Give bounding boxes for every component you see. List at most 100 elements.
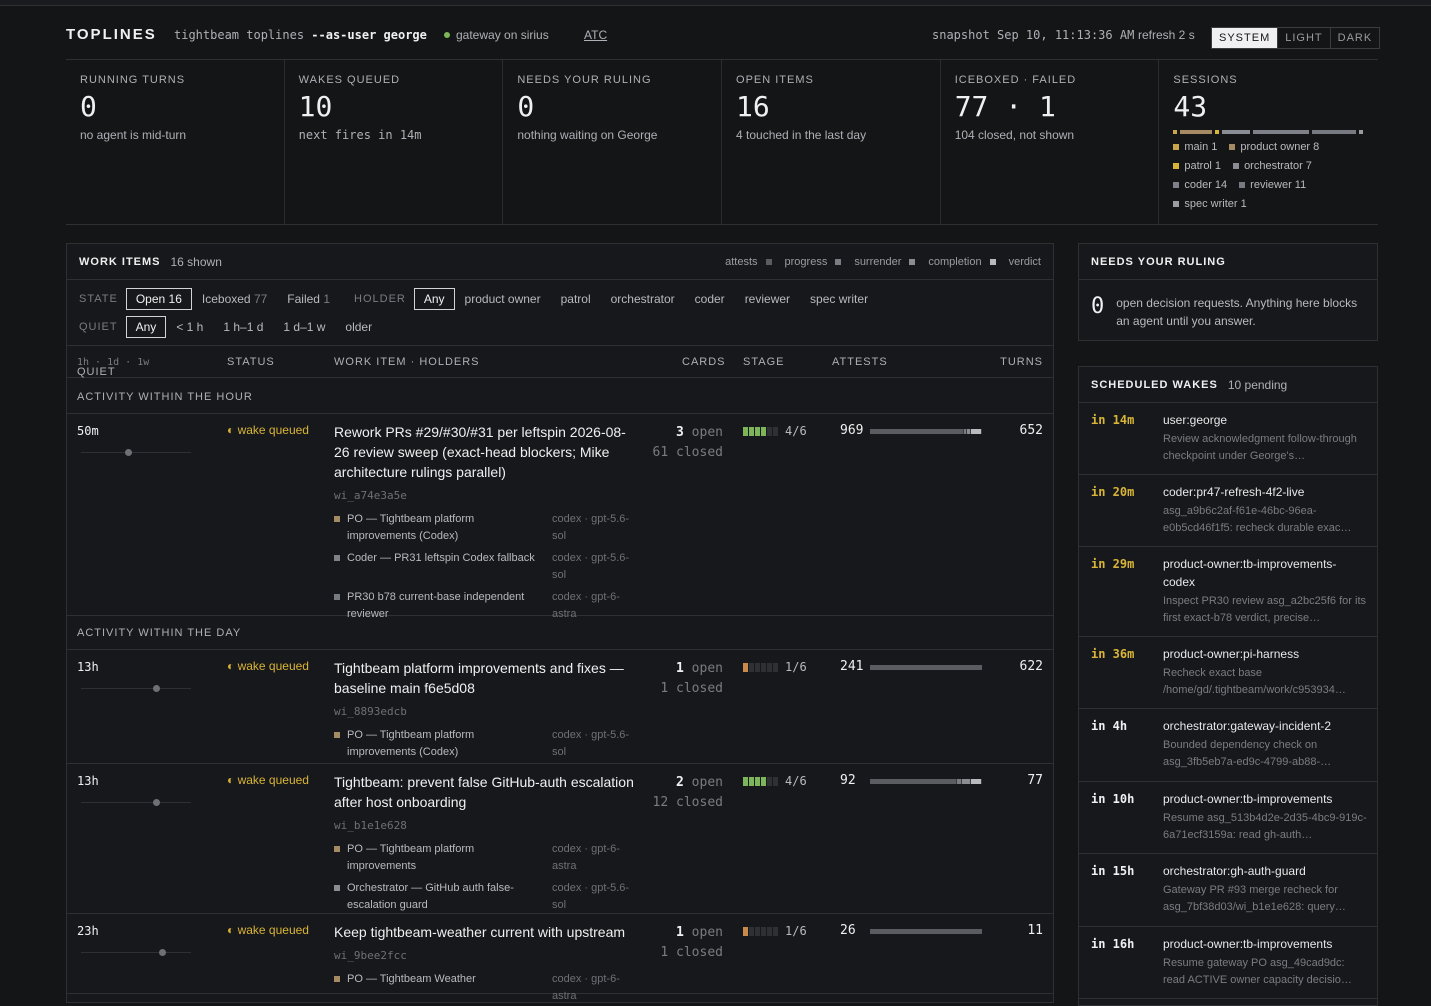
theme-light-button[interactable]: LIGHT xyxy=(1277,28,1329,48)
state-chip-failed[interactable]: Failed 1 xyxy=(277,288,340,310)
col-stage[interactable]: STAGE xyxy=(743,356,784,368)
work-item-title[interactable]: Tightbeam: prevent false GitHub-auth esc… xyxy=(334,772,634,812)
holder-model: codex · gpt-5.6-sol xyxy=(552,513,630,542)
state-chip-open[interactable]: Open 16 xyxy=(125,288,192,310)
quiet-chip[interactable]: 1 h–1 d xyxy=(213,316,273,338)
wake-description: Review acknowledgment follow-through che… xyxy=(1163,433,1357,462)
col-turns[interactable]: TURNS xyxy=(1000,356,1043,368)
quiet-filters: QUIET Any < 1 h1 h–1 d1 d–1 w older xyxy=(79,316,382,338)
work-item-row[interactable]: 13h ◐ wake queued Tightbeam platform impro… xyxy=(67,650,1053,764)
wake-item[interactable]: in 20m coder:pr47-refresh-4f2-live asg_a9b… xyxy=(1079,475,1377,547)
holder-chip[interactable]: orchestrator xyxy=(601,288,685,310)
quiet-chip[interactable]: 1 d–1 w xyxy=(273,316,335,338)
wake-item[interactable]: in 36m product-owner:pi-harness Recheck ex… xyxy=(1079,637,1377,709)
work-item-title[interactable]: Tightbeam platform improvements and fixe… xyxy=(334,658,634,698)
stat-label: NEEDS YOUR RULING xyxy=(517,74,652,86)
wake-item[interactable]: in 16h product-owner:tb-improvements Resum… xyxy=(1079,927,1377,999)
refresh-interval[interactable]: refresh 2 s xyxy=(1138,28,1195,42)
quiet-timeline xyxy=(81,449,191,456)
cards-open-label: open xyxy=(683,425,723,440)
holder-name: Coder — PR31 leftspin Codex fallback xyxy=(347,552,535,564)
quiet-timeline xyxy=(81,949,191,956)
holder-chip[interactable]: spec writer xyxy=(800,288,878,310)
sessions-bar-segment xyxy=(1180,130,1213,134)
stat-label: OPEN ITEMS xyxy=(736,74,814,86)
wake-description: Bounded dependency check on asg_3fb5eb7a… xyxy=(1163,739,1332,768)
col-quiet-label: QUIET xyxy=(77,366,116,378)
cards-open-count: 2 xyxy=(676,775,684,790)
work-item-id: wi_a74e3a5e xyxy=(334,489,407,502)
cards-open-label: open xyxy=(683,925,723,940)
attests-bar xyxy=(870,429,982,434)
state-filter-label: STATE xyxy=(79,293,118,305)
stat-card: OPEN ITEMS 16 4 touched in the last day xyxy=(722,60,941,224)
work-item-row[interactable]: 50m ◐ wake queued Rework PRs #29/#30/#31 p… xyxy=(67,414,1053,620)
theme-dark-button[interactable]: DARK xyxy=(1329,28,1380,48)
ruling-body: 0 open decision requests. Anything here … xyxy=(1079,280,1377,344)
legend-label: main 1 xyxy=(1184,141,1218,153)
stage-progress: 4/6 xyxy=(743,424,807,438)
stage-label: 1/6 xyxy=(785,660,807,674)
holder-chip[interactable]: product owner xyxy=(455,288,551,310)
col-quiet[interactable]: QUIET 1h · 1d · 1w xyxy=(77,356,149,378)
quiet-chip[interactable]: Any xyxy=(125,316,167,338)
col-cards[interactable]: CARDS xyxy=(682,356,726,368)
timeline-dot-icon xyxy=(125,449,132,456)
attests-bar-segment xyxy=(870,665,982,670)
holder-chip[interactable]: reviewer xyxy=(735,288,800,310)
quiet-timeline xyxy=(81,685,191,692)
wake-item[interactable]: in 10h product-owner:tb-improvements Resum… xyxy=(1079,782,1377,854)
cards-closed: 12 closed xyxy=(652,795,723,810)
stage-segment xyxy=(773,426,778,436)
state-chip-iceboxed[interactable]: Iceboxed 77 xyxy=(192,288,277,310)
wake-item[interactable]: in 29m product-owner:tb-improvements-code… xyxy=(1079,547,1377,637)
attests-bar-segment xyxy=(870,929,982,934)
col-attests[interactable]: ATTESTS xyxy=(832,356,888,368)
status-badge: ◐ wake queued xyxy=(227,773,309,787)
wake-time: in 36m xyxy=(1091,647,1135,661)
work-item-title[interactable]: Rework PRs #29/#30/#31 per leftspin 2026… xyxy=(334,422,634,482)
wake-time: in 20m xyxy=(1091,485,1135,499)
attests-bar-segment xyxy=(970,779,981,784)
ruling-title: NEEDS YOUR RULING xyxy=(1091,255,1226,268)
holder-entry[interactable]: PO — Tightbeam Weather codex · gpt-6-astr… xyxy=(334,971,634,1005)
theme-system-button[interactable]: SYSTEM xyxy=(1212,28,1278,48)
turns-count: 652 xyxy=(1019,423,1043,438)
legend-label: spec writer 1 xyxy=(1184,198,1247,210)
wake-item[interactable]: in 15h orchestrator:gh-auth-guard Gateway … xyxy=(1079,854,1377,927)
holder-chip[interactable]: Any xyxy=(413,288,455,310)
wake-description: Inspect PR30 review asg_a2bc25f6 for its… xyxy=(1163,595,1367,624)
quiet-chip[interactable]: older xyxy=(335,316,382,338)
col-work-item[interactable]: WORK ITEM · HOLDERS xyxy=(334,356,480,368)
stat-label: ICEBOXED · FAILED xyxy=(954,74,1077,86)
stat-value: 10 xyxy=(298,90,333,123)
wake-item[interactable]: in 14m user:george Review acknowledgment f… xyxy=(1079,403,1377,475)
quiet-age: 13h xyxy=(77,660,99,674)
holder-entry[interactable]: PO — Tightbeam platform improvements (Co… xyxy=(334,511,634,545)
stage-segment xyxy=(743,426,748,436)
holder-entry[interactable]: PO — Tightbeam platform improvements code… xyxy=(334,841,634,875)
quiet-chip[interactable]: < 1 h xyxy=(166,316,213,338)
holder-chip[interactable]: patrol xyxy=(551,288,601,310)
chip-count: 16 xyxy=(168,292,182,306)
ruling-text: open decision requests. Anything here bl… xyxy=(1116,296,1358,328)
work-item-row[interactable]: 13h ◐ wake queued Tightbeam: prevent false… xyxy=(67,764,1053,914)
holder-entry[interactable]: PO — Tightbeam platform improvements (Co… xyxy=(334,727,634,761)
holder-entry[interactable]: Coder — PR31 leftspin Codex fallback code… xyxy=(334,550,634,584)
stage-label: 4/6 xyxy=(785,424,807,438)
holder-swatch-icon xyxy=(334,594,340,600)
work-item-title[interactable]: Keep tightbeam-weather current with upst… xyxy=(334,922,634,942)
stage-segment xyxy=(761,776,766,786)
legend-swatch-icon xyxy=(1173,163,1180,169)
legend-swatch-icon xyxy=(1239,182,1246,188)
work-item-row[interactable]: 23h ◐ wake queued Keep tightbeam-weather c… xyxy=(67,914,1053,1002)
stat-sub: 104 closed, not shown xyxy=(954,128,1075,142)
atc-link[interactable]: ATC xyxy=(584,28,607,42)
work-items-panel: WORK ITEMS 16 shown attests progress surre… xyxy=(66,243,1054,1003)
holder-chip[interactable]: coder xyxy=(685,288,735,310)
holder-entry[interactable]: Orchestrator — GitHub auth false-escalat… xyxy=(334,880,634,914)
col-status[interactable]: STATUS xyxy=(227,356,275,368)
cards-closed: 1 closed xyxy=(660,945,723,960)
wake-item[interactable]: in 4h orchestrator:gateway-incident-2 Boun… xyxy=(1079,709,1377,782)
wake-description: Gateway PR #93 merge recheck for asg_7bf… xyxy=(1163,884,1346,913)
